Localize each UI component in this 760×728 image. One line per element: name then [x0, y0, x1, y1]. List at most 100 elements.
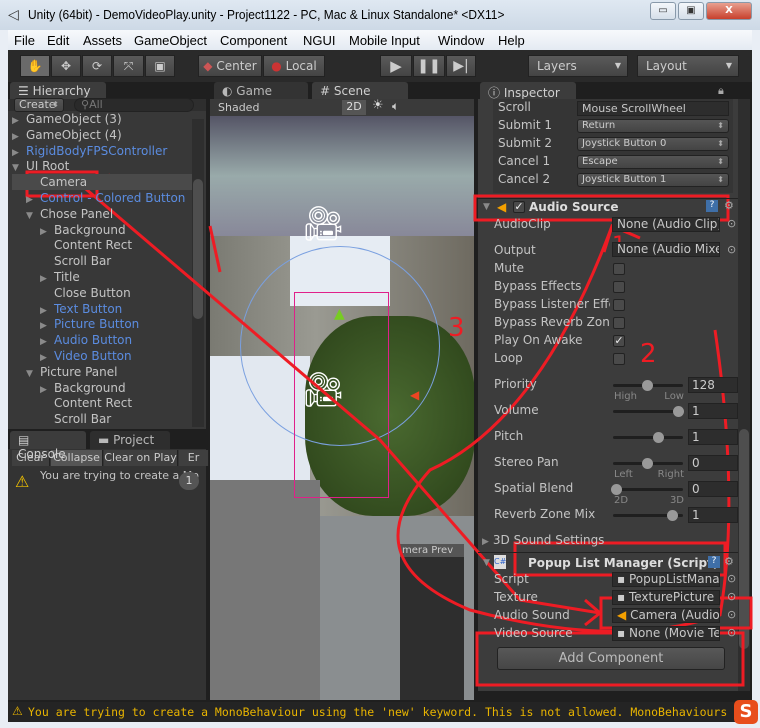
slider-knob[interactable] [673, 406, 684, 417]
rect-tool-icon[interactable]: ▣ [145, 55, 175, 77]
menu-edit[interactable]: Edit [47, 33, 69, 48]
hierarchy-item[interactable]: ▶ GameObject (3) [12, 111, 122, 127]
reverb-zone-mix-slider[interactable] [613, 510, 683, 521]
dropdown[interactable]: Joystick Button 1 [577, 173, 729, 187]
move-tool-icon[interactable]: ✥ [51, 55, 81, 77]
hierarchy-item[interactable]: Content Rect [12, 237, 132, 253]
step-button[interactable]: ▶| [446, 55, 476, 77]
pitch-slider[interactable] [613, 432, 683, 443]
hierarchy-item[interactable]: ▶ Audio Button [12, 332, 132, 348]
sogou-ime-icon[interactable]: S [734, 700, 758, 724]
play-button[interactable]: ▶ [380, 55, 412, 77]
help-icon[interactable]: ? [706, 200, 718, 212]
hierarchy-item[interactable]: ▶ Picture Button [12, 316, 139, 332]
dropdown[interactable]: Return [577, 119, 729, 133]
console-clear-on-play-button[interactable]: Clear on Play [104, 450, 178, 466]
stereo-pan-slider[interactable] [613, 458, 683, 469]
slider-knob[interactable] [611, 484, 622, 495]
hierarchy-item[interactable]: Content Rect [12, 395, 132, 411]
x-axis-handle[interactable]: ◀ [410, 388, 419, 402]
reverb-zone-mix-value[interactable]: 1 [688, 507, 738, 523]
tab-scene[interactable]: # Scene [312, 82, 408, 100]
spatial-blend-value[interactable]: 0 [688, 481, 738, 497]
inspector-scrollbar[interactable] [738, 99, 750, 691]
create-button[interactable]: Create [14, 98, 64, 112]
priority-slider[interactable] [613, 380, 683, 391]
volume-value[interactable]: 1 [688, 403, 738, 419]
restore-button[interactable]: ▣ [678, 2, 704, 20]
lighting-toggle-icon[interactable]: ☀ [372, 98, 384, 113]
collapse-arrow-icon[interactable]: ▼ [483, 202, 490, 212]
audioclip-field[interactable]: None (Audio Clip) [612, 217, 720, 232]
menu-assets[interactable]: Assets [83, 33, 122, 48]
y-axis-handle[interactable]: ▲ [334, 306, 345, 322]
tab-project[interactable]: ▬ Project [90, 431, 170, 449]
pivot-center-button[interactable]: ◆ Center [198, 55, 262, 77]
bypass-reverb-zone-checkbox[interactable] [613, 317, 625, 329]
slider-knob[interactable] [642, 458, 653, 469]
script-field[interactable]: ▪ PopupListManag [612, 572, 720, 587]
menu-ngui[interactable]: NGUI [303, 33, 336, 48]
tab-game[interactable]: ◐ Game [214, 82, 308, 100]
slider-knob[interactable] [666, 510, 678, 521]
hand-tool-icon[interactable]: ✋ [20, 55, 50, 77]
audio-source-enabled-checkbox[interactable]: ✓ [513, 201, 525, 213]
text-input[interactable]: Mouse ScrollWheel [577, 101, 729, 116]
object-picker-icon[interactable]: ⊙ [727, 590, 736, 603]
pause-button[interactable]: ❚❚ [413, 55, 445, 77]
volume-slider[interactable] [613, 406, 684, 417]
hierarchy-item[interactable]: ▶ GameObject (4) [12, 127, 122, 143]
hierarchy-item[interactable]: ▶ RigidBodyFPSController [12, 143, 167, 159]
gear-icon[interactable]: ⚙ [724, 199, 734, 212]
scene-view[interactable]: 🎥︎ 🎥︎ ▲ ◀ mera Prev [210, 116, 474, 700]
layout-dropdown[interactable]: Layout ▼ [637, 55, 739, 77]
2d-toggle[interactable]: 2D [342, 100, 366, 115]
scale-tool-icon[interactable]: ⤧ [113, 55, 144, 77]
hierarchy-item[interactable]: ▶ Video Button [12, 348, 132, 364]
hierarchy-item[interactable]: Close Button [12, 285, 131, 301]
status-message[interactable]: You are trying to create a MonoBehaviour… [28, 705, 736, 719]
menu-file[interactable]: File [14, 33, 35, 48]
audio-sound-field[interactable]: ◀ Camera (Audio [612, 608, 720, 623]
console-er-button[interactable]: Er [179, 450, 209, 466]
gear-icon[interactable]: ⚙ [724, 555, 734, 568]
hierarchy-item[interactable]: ▼ UI Root [12, 158, 69, 174]
hierarchy-item[interactable]: Camera [12, 174, 192, 190]
hierarchy-item[interactable]: Scroll Bar [12, 253, 111, 269]
pitch-value[interactable]: 1 [688, 429, 738, 445]
video-source-field[interactable]: ▪ None (Movie Text [612, 626, 720, 641]
hierarchy-scrollbar[interactable] [192, 119, 204, 427]
lock-icon[interactable]: 🔒︎ [718, 84, 724, 98]
hierarchy-item[interactable]: ▶ Text Button [12, 301, 122, 317]
hierarchy-item[interactable]: ▼ Chose Panel [12, 206, 113, 222]
object-picker-icon[interactable]: ⊙ [727, 608, 736, 621]
play-on-awake-checkbox[interactable]: ✓ [613, 335, 625, 347]
rotate-tool-icon[interactable]: ⟳ [82, 55, 112, 77]
menu-window[interactable]: Window [438, 33, 484, 48]
dropdown[interactable]: Escape [577, 155, 729, 169]
hierarchy-search-input[interactable]: ⚲All [74, 98, 194, 112]
tab-inspector[interactable]: ⓘ Inspector [480, 82, 576, 100]
menu-component[interactable]: Component [220, 33, 287, 48]
3d-sound-settings-foldout[interactable]: ▶ 3D Sound Settings [482, 533, 604, 547]
mute-checkbox[interactable] [613, 263, 625, 275]
layers-dropdown[interactable]: Layers ▼ [528, 55, 628, 77]
object-picker-icon[interactable]: ⊙ [727, 243, 736, 256]
texture-field[interactable]: ▪ TexturePicture ( [612, 590, 720, 605]
collapse-arrow-icon[interactable]: ▼ [483, 558, 490, 568]
hierarchy-item[interactable]: ▶ Title [12, 269, 80, 285]
priority-value[interactable]: 128 [688, 377, 738, 393]
hierarchy-item[interactable]: Scroll Bar [12, 411, 111, 427]
hierarchy-item[interactable]: ▶ Background [12, 222, 126, 238]
menu-mobile-input[interactable]: Mobile Input [349, 33, 420, 48]
output-field[interactable]: None (Audio Mixer [612, 242, 720, 257]
menu-help[interactable]: Help [498, 33, 525, 48]
help-icon[interactable]: ? [708, 556, 720, 568]
menu-gameobject[interactable]: GameObject [134, 33, 207, 48]
tab-console[interactable]: ▤ Console [10, 431, 86, 461]
hierarchy-item[interactable]: ▶ Control - Colored Button [12, 190, 185, 206]
object-picker-icon[interactable]: ⊙ [727, 217, 736, 230]
close-button[interactable]: X [706, 2, 752, 20]
loop-checkbox[interactable] [613, 353, 625, 365]
dropdown[interactable]: Joystick Button 0 [577, 137, 729, 151]
